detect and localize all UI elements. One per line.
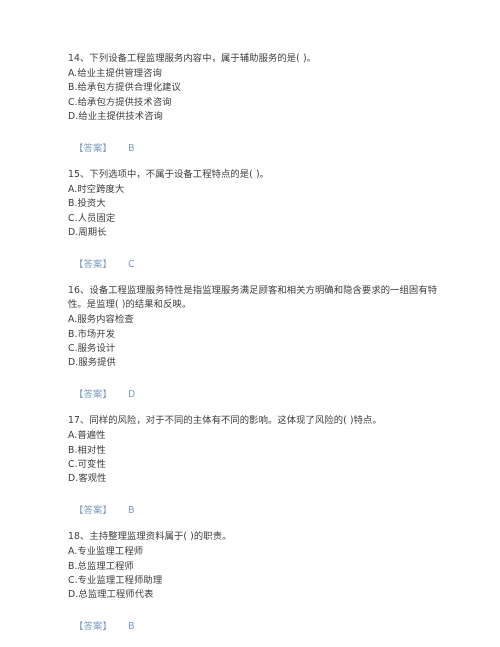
answer-label: 【答案】	[74, 505, 112, 517]
option-item[interactable]: A.服务内容检查	[68, 313, 442, 327]
option-item[interactable]: C.服务设计	[68, 342, 442, 356]
answer-value: B	[128, 505, 135, 517]
answer-label: 【答案】	[74, 143, 112, 155]
answer-row: 【答案】 B	[68, 614, 442, 633]
option-item[interactable]: C.给承包方提供技术咨询	[68, 96, 442, 110]
question-block: 15、下列选项中，不属于设备工程特点的是( )。 A.时空跨度大 B.投资大 C…	[68, 168, 442, 271]
option-item[interactable]: B.给承包方提供合理化建议	[68, 81, 442, 95]
option-list: A.专业监理工程师 B.总监理工程师 C.专业监理工程师助理 D.总监理工程师代…	[68, 545, 442, 602]
question-stem: 15、下列选项中，不属于设备工程特点的是( )。	[68, 169, 270, 181]
answer-row: 【答案】 B	[68, 498, 442, 517]
exam-page: 14、下列设备工程监理服务内容中，属于辅助服务的是( )。 A.给业主提供管理咨…	[0, 0, 500, 647]
option-item[interactable]: B.投资大	[68, 197, 442, 211]
option-item[interactable]: C.专业监理工程师助理	[68, 574, 442, 588]
option-list: A.给业主提供管理咨询 B.给承包方提供合理化建议 C.给承包方提供技术咨询 D…	[68, 67, 442, 124]
option-item[interactable]: C.可变性	[68, 458, 442, 472]
option-item[interactable]: B.相对性	[68, 444, 442, 458]
answer-row: 【答案】 B	[68, 136, 442, 155]
option-item[interactable]: D.总监理工程师代表	[68, 588, 442, 602]
question-block: 16、设备工程监理服务特性是指监理服务满足顾客和相关方明确和隐含要求的一组固有特…	[68, 284, 442, 401]
question-block: 17、同样的风险，对于不同的主体有不同的影响。这体现了风险的( )特点。 A.普…	[68, 414, 442, 517]
option-list: A.时空跨度大 B.投资大 C.人员固定 D.周期长	[68, 183, 442, 240]
answer-value: B	[128, 621, 135, 633]
answer-value: B	[128, 143, 135, 155]
option-list: A.服务内容检查 B.市场开发 C.服务设计 D.服务提供	[68, 313, 442, 370]
option-item[interactable]: A.普遍性	[68, 429, 442, 443]
option-list: A.普遍性 B.相对性 C.可变性 D.客观性	[68, 429, 442, 486]
question-stem: 18、主持整理监理资料属于( )的职责。	[68, 531, 232, 543]
option-item[interactable]: D.给业主提供技术咨询	[68, 110, 442, 124]
option-item[interactable]: B.总监理工程师	[68, 560, 442, 574]
answer-label: 【答案】	[74, 389, 112, 401]
option-item[interactable]: C.人员固定	[68, 212, 442, 226]
question-block: 18、主持整理监理资料属于( )的职责。 A.专业监理工程师 B.总监理工程师 …	[68, 530, 442, 633]
question-stem: 16、设备工程监理服务特性是指监理服务满足顾客和相关方明确和隐含要求的一组固有特…	[68, 285, 438, 311]
answer-label: 【答案】	[74, 259, 112, 271]
option-item[interactable]: A.给业主提供管理咨询	[68, 67, 442, 81]
option-item[interactable]: D.周期长	[68, 226, 442, 240]
question-block: 14、下列设备工程监理服务内容中，属于辅助服务的是( )。 A.给业主提供管理咨…	[68, 52, 442, 155]
option-item[interactable]: B.市场开发	[68, 328, 442, 342]
option-item[interactable]: A.专业监理工程师	[68, 545, 442, 559]
answer-label: 【答案】	[74, 621, 112, 633]
question-stem: 17、同样的风险，对于不同的主体有不同的影响。这体现了风险的( )特点。	[68, 415, 382, 427]
answer-row: 【答案】 D	[68, 382, 442, 401]
answer-value: C	[128, 259, 135, 271]
question-stem: 14、下列设备工程监理服务内容中，属于辅助服务的是( )。	[68, 53, 317, 64]
answer-value: D	[128, 389, 136, 401]
option-item[interactable]: A.时空跨度大	[68, 183, 442, 197]
option-item[interactable]: D.客观性	[68, 472, 442, 486]
answer-row: 【答案】 C	[68, 252, 442, 271]
option-item[interactable]: D.服务提供	[68, 356, 442, 370]
